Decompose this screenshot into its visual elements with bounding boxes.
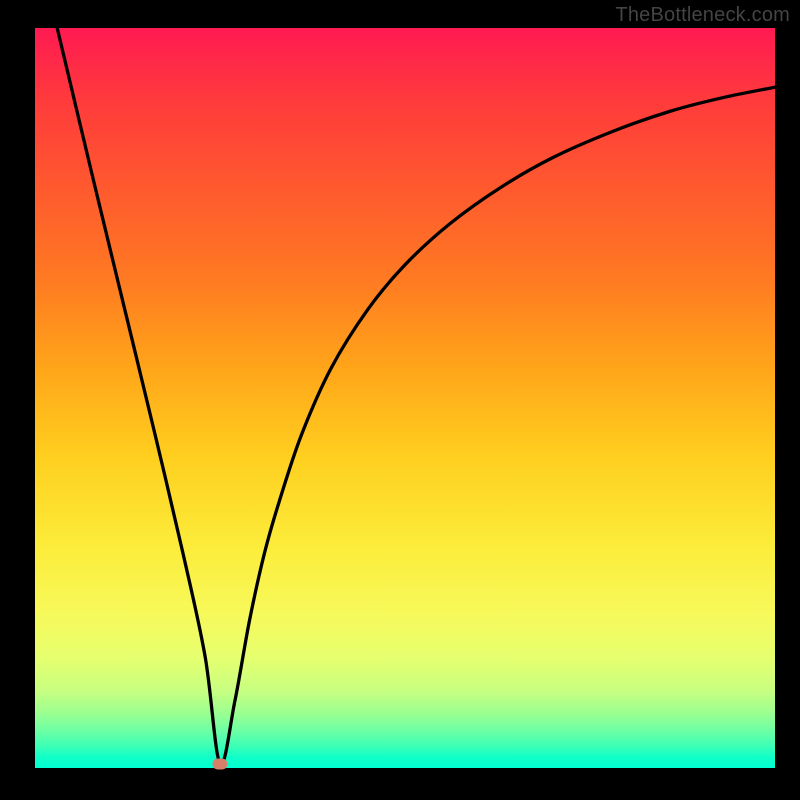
optimal-point-marker — [213, 758, 228, 769]
curve-layer — [35, 28, 775, 768]
bottleneck-curve — [57, 28, 775, 764]
chart-frame: TheBottleneck.com — [0, 0, 800, 800]
watermark-text: TheBottleneck.com — [615, 4, 790, 27]
